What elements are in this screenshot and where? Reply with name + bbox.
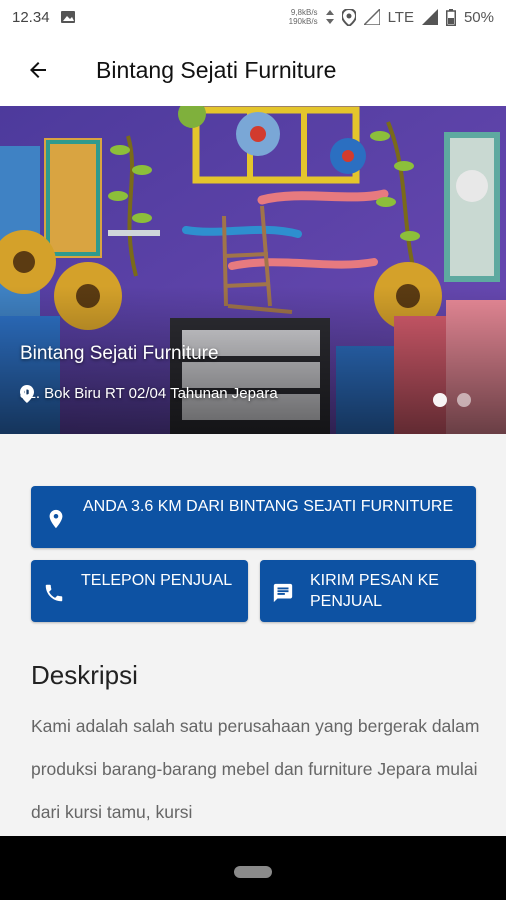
system-nav-bar bbox=[0, 836, 506, 900]
location-status-icon bbox=[341, 8, 356, 26]
battery-icon bbox=[445, 8, 456, 26]
net-speed-up: 9,8kB/s bbox=[290, 8, 318, 17]
status-right: 9,8kB/s 190kB/s LTE 50% bbox=[289, 8, 494, 26]
data-arrows-icon bbox=[325, 10, 334, 24]
carousel-dot-active[interactable] bbox=[433, 393, 447, 407]
message-icon bbox=[273, 583, 293, 603]
store-details: ANDA 3.6 KM DARI BINTANG SEJATI FURNITUR… bbox=[0, 434, 506, 836]
status-left: 12.34 bbox=[12, 9, 76, 26]
distance-button[interactable]: ANDA 3.6 KM DARI BINTANG SEJATI FURNITUR… bbox=[31, 486, 476, 548]
description-text: Kami adalah salah satu perusahaan yang b… bbox=[31, 716, 480, 822]
net-speed-down: 190kB/s bbox=[288, 17, 318, 26]
phone-icon bbox=[45, 584, 63, 602]
call-seller-label: TELEPON PENJUAL bbox=[81, 572, 233, 589]
back-button[interactable] bbox=[8, 34, 68, 106]
page-title: Bintang Sejati Furniture bbox=[96, 56, 337, 83]
call-seller-button[interactable]: TELEPON PENJUAL bbox=[31, 560, 248, 622]
app-bar: Bintang Sejati Furniture bbox=[0, 34, 506, 106]
status-bar: 12.34 9,8kB/s 190kB/s LTE 50% bbox=[0, 0, 506, 34]
signal-icon bbox=[421, 9, 438, 25]
location-pin-icon bbox=[49, 509, 63, 529]
status-time: 12.34 bbox=[12, 8, 50, 26]
distance-label: ANDA 3.6 KM DARI BINTANG SEJATI FURNITUR… bbox=[83, 498, 454, 515]
hero-address-text: JL. Bok Biru RT 02/04 Tahunan Jepara bbox=[20, 385, 278, 402]
net-speed: 9,8kB/s 190kB/s bbox=[289, 8, 318, 26]
hero-title: Bintang Sejati Furniture bbox=[20, 343, 219, 364]
network-type: LTE bbox=[387, 8, 414, 26]
carousel-indicator bbox=[433, 393, 471, 407]
message-seller-button[interactable]: KIRIM PESAN KE PENJUAL bbox=[260, 560, 476, 622]
image-notification-icon bbox=[60, 11, 75, 23]
message-seller-label: KIRIM PESAN KE PENJUAL bbox=[310, 572, 439, 610]
location-pin-icon bbox=[20, 385, 34, 403]
signal-empty-icon bbox=[363, 9, 380, 25]
arrow-left-icon bbox=[30, 62, 46, 78]
battery-level: 50% bbox=[463, 8, 494, 26]
home-button[interactable] bbox=[234, 866, 272, 878]
carousel-dot[interactable] bbox=[457, 393, 471, 407]
hero-image-carousel[interactable]: Bintang Sejati Furniture JL. Bok Biru RT… bbox=[0, 106, 506, 434]
description-heading: Deskripsi bbox=[31, 660, 138, 690]
hero-address: JL. Bok Biru RT 02/04 Tahunan Jepara bbox=[20, 385, 278, 403]
